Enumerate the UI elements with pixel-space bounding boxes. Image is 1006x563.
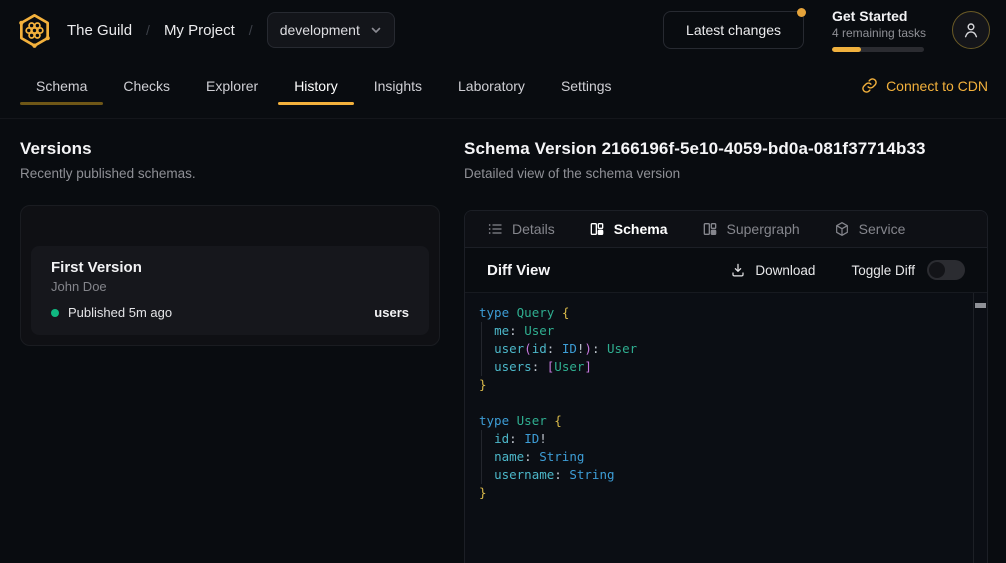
nav-tab-checks[interactable]: Checks bbox=[105, 68, 188, 118]
versions-panel: Versions Recently published schemas. Fir… bbox=[20, 139, 440, 563]
detail-tab-bar: Details Schema bbox=[465, 211, 987, 248]
nav-tab-history[interactable]: History bbox=[276, 68, 356, 118]
top-header: The Guild / My Project / development Lat… bbox=[0, 0, 1006, 60]
environment-selector[interactable]: development bbox=[267, 12, 395, 48]
nav-tab-label: Explorer bbox=[206, 78, 258, 94]
code-scrollbar-thumb[interactable] bbox=[975, 303, 986, 308]
tab-details[interactable]: Details bbox=[487, 221, 555, 237]
user-avatar[interactable] bbox=[952, 11, 990, 49]
versions-title: Versions bbox=[20, 139, 440, 159]
download-label: Download bbox=[755, 263, 815, 278]
code-line: id: ID! bbox=[479, 430, 969, 448]
nav-tab-label: Schema bbox=[36, 78, 87, 94]
tab-label: Supergraph bbox=[727, 221, 800, 237]
indent-guide bbox=[481, 340, 482, 358]
indent-guide bbox=[481, 448, 482, 466]
versions-list-card: First Version John Doe Published 5m ago … bbox=[20, 205, 440, 346]
toggle-diff-label: Toggle Diff bbox=[851, 263, 915, 278]
download-icon bbox=[730, 262, 746, 278]
tab-service[interactable]: Service bbox=[834, 221, 906, 237]
latest-changes-button[interactable]: Latest changes bbox=[663, 11, 804, 49]
indent-guide bbox=[481, 358, 482, 376]
breadcrumb-org[interactable]: The Guild bbox=[67, 22, 132, 39]
code-line bbox=[479, 394, 969, 412]
schema-version-title: Schema Version 2166196f-5e10-4059-bd0a-0… bbox=[464, 139, 988, 159]
code-scrollbar[interactable] bbox=[973, 293, 987, 563]
connect-to-cdn-link[interactable]: Connect to CDN bbox=[861, 77, 988, 118]
indent-guide bbox=[481, 466, 482, 484]
nav-tab-insights[interactable]: Insights bbox=[356, 68, 440, 118]
nav-tab-schema[interactable]: Schema bbox=[18, 68, 105, 118]
person-icon bbox=[961, 20, 981, 40]
cube-icon bbox=[834, 221, 850, 237]
breadcrumb-separator: / bbox=[249, 22, 253, 38]
toggle-diff-switch[interactable] bbox=[927, 260, 965, 280]
version-status: Published 5m ago bbox=[51, 305, 172, 320]
main-content: Versions Recently published schemas. Fir… bbox=[0, 119, 1006, 563]
main-nav: Schema Checks Explorer History Insights … bbox=[0, 60, 1006, 119]
diff-view-bar: Diff View Download Toggle Diff bbox=[465, 248, 987, 292]
code-line: } bbox=[479, 376, 969, 394]
code-line: user(id: ID!): User bbox=[479, 340, 969, 358]
version-author: John Doe bbox=[51, 279, 409, 294]
indent-guide bbox=[481, 322, 482, 340]
indent-guide bbox=[481, 430, 482, 448]
code-line: type Query { bbox=[479, 304, 969, 322]
schema-version-subtitle: Detailed view of the schema version bbox=[464, 166, 988, 181]
published-dot-icon bbox=[51, 309, 59, 317]
code-line: users: [User] bbox=[479, 358, 969, 376]
tab-label: Service bbox=[859, 221, 906, 237]
notification-dot bbox=[797, 8, 806, 17]
code-block: type Query { me: User user(id: ID!): Use… bbox=[479, 304, 969, 502]
version-list-item[interactable]: First Version John Doe Published 5m ago … bbox=[31, 246, 429, 335]
version-service-badge: users bbox=[374, 305, 409, 320]
panels-icon bbox=[589, 221, 605, 237]
download-button[interactable]: Download bbox=[730, 262, 815, 278]
tab-label: Details bbox=[512, 221, 555, 237]
get-started-progress-fill bbox=[832, 47, 861, 52]
code-line: } bbox=[479, 484, 969, 502]
nav-tab-laboratory[interactable]: Laboratory bbox=[440, 68, 543, 118]
panels-icon bbox=[702, 221, 718, 237]
code-line: name: String bbox=[479, 448, 969, 466]
schema-version-panel: Schema Version 2166196f-5e10-4059-bd0a-0… bbox=[464, 139, 988, 563]
nav-tab-label: History bbox=[294, 78, 338, 94]
hive-logo-icon[interactable] bbox=[16, 12, 53, 49]
nav-tab-explorer[interactable]: Explorer bbox=[188, 68, 276, 118]
version-name: First Version bbox=[51, 259, 409, 276]
latest-changes-label: Latest changes bbox=[686, 22, 781, 38]
breadcrumb-project[interactable]: My Project bbox=[164, 22, 235, 39]
get-started-progress-bar bbox=[832, 47, 924, 52]
code-line: type User { bbox=[479, 412, 969, 430]
get-started-widget[interactable]: Get Started 4 remaining tasks bbox=[832, 8, 924, 52]
link-icon bbox=[861, 77, 878, 94]
nav-tab-label: Insights bbox=[374, 78, 422, 94]
tab-label: Schema bbox=[614, 221, 668, 237]
versions-subtitle: Recently published schemas. bbox=[20, 166, 440, 181]
get-started-title: Get Started bbox=[832, 8, 924, 24]
breadcrumb-separator: / bbox=[146, 22, 150, 38]
tab-supergraph[interactable]: Supergraph bbox=[702, 221, 800, 237]
chevron-down-icon bbox=[370, 24, 382, 36]
code-line: me: User bbox=[479, 322, 969, 340]
nav-tab-label: Laboratory bbox=[458, 78, 525, 94]
nav-tab-label: Settings bbox=[561, 78, 612, 94]
schema-version-detail-box: Details Schema bbox=[464, 210, 988, 563]
nav-tab-label: Checks bbox=[123, 78, 170, 94]
diff-view-title: Diff View bbox=[487, 262, 550, 279]
toggle-knob bbox=[929, 262, 945, 278]
environment-selector-value: development bbox=[280, 22, 360, 38]
schema-code-viewer[interactable]: type Query { me: User user(id: ID!): Use… bbox=[465, 292, 987, 563]
tab-schema[interactable]: Schema bbox=[589, 221, 668, 237]
list-icon bbox=[487, 221, 503, 237]
nav-tab-settings[interactable]: Settings bbox=[543, 68, 630, 118]
version-status-text: Published 5m ago bbox=[68, 305, 172, 320]
get-started-subtitle: 4 remaining tasks bbox=[832, 26, 924, 40]
connect-to-cdn-label: Connect to CDN bbox=[886, 78, 988, 94]
code-line: username: String bbox=[479, 466, 969, 484]
